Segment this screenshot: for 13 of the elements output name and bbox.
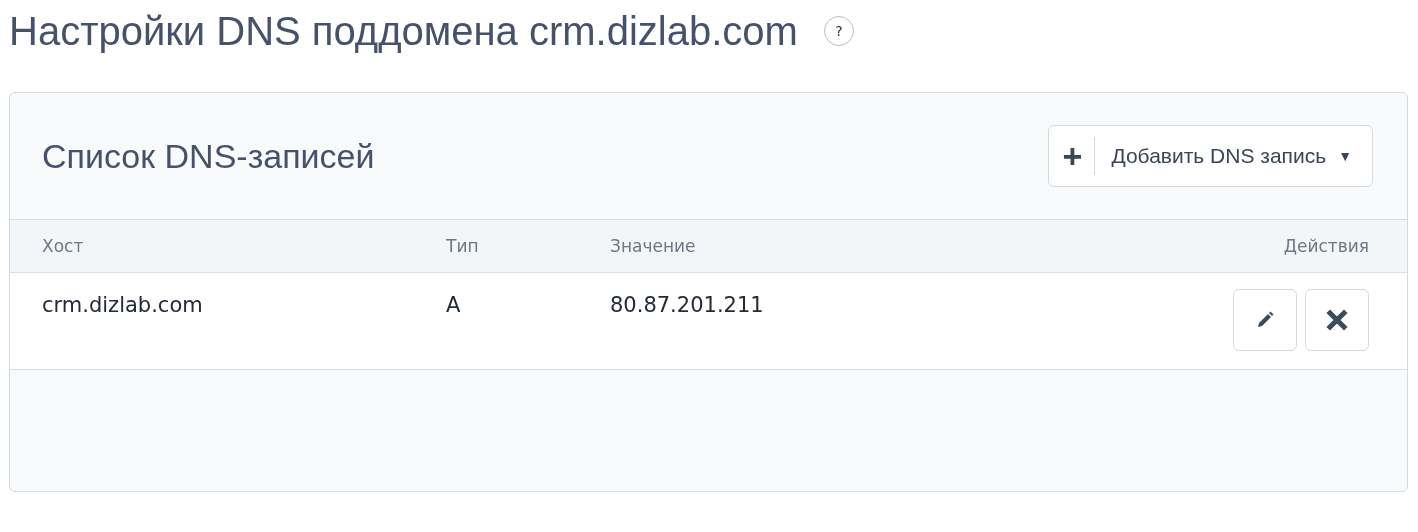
panel-title: Список DNS-записей	[42, 136, 375, 176]
table-cell-text: crm.dizlab.com	[42, 292, 204, 317]
add-dns-record-button[interactable]: + Добавить DNS запись ▼	[1047, 125, 1373, 187]
column-header: Тип	[446, 236, 480, 256]
close-icon	[1326, 309, 1348, 331]
delete-button[interactable]	[1305, 289, 1369, 351]
table-cell-text: A	[446, 292, 462, 317]
page-title: Настройки DNS поддомена crm.dizlab.com	[9, 8, 798, 54]
column-header: Хост	[42, 236, 85, 256]
pencil-icon	[1255, 310, 1275, 330]
table-cell-text: 80.87.201.211	[610, 292, 765, 317]
column-header: Значение	[610, 236, 697, 256]
column-header: Действия	[1283, 236, 1369, 256]
